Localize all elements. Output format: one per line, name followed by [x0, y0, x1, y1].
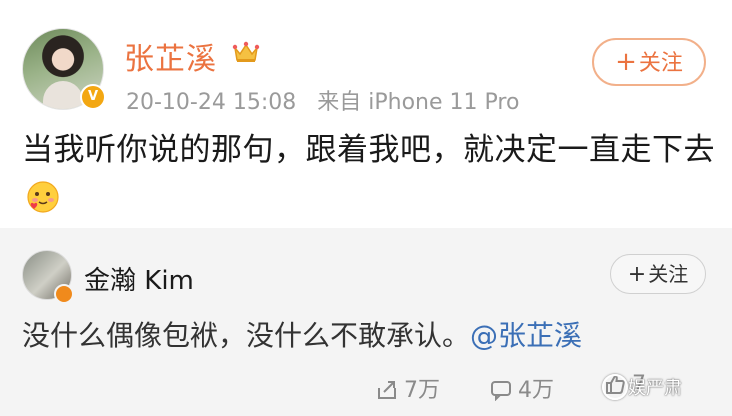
blushing-heart-emoji-icon: [27, 181, 59, 213]
weibo-screenshot: V 张芷溪 20-10-24 15:08 来自 iPhone 11 Pro +关…: [0, 0, 732, 416]
mention-link[interactable]: @张芷溪: [470, 319, 582, 352]
comment-button[interactable]: 4万: [490, 372, 554, 404]
verified-v-icon: V: [80, 84, 106, 110]
comment-count: 4万: [518, 378, 554, 403]
follow-button[interactable]: +关注: [592, 38, 706, 86]
post-meta: 20-10-24 15:08 来自 iPhone 11 Pro: [126, 84, 519, 116]
post-text: 当我听你说的那句，跟着我吧，就决定一直走下去: [22, 126, 718, 222]
repost-text: 没什么偶像包袱，没什么不敢承认。@张芷溪: [22, 314, 718, 354]
repost-author-name[interactable]: 金瀚 Kim: [84, 260, 194, 297]
author-name[interactable]: 张芷溪: [124, 34, 217, 78]
post-source: 来自 iPhone 11 Pro: [317, 90, 520, 115]
post-text-content: 当我听你说的那句，跟着我吧，就决定一直走下去: [22, 132, 715, 168]
repost-follow-button[interactable]: + 关注: [610, 254, 706, 294]
original-post: V 张芷溪 20-10-24 15:08 来自 iPhone 11 Pro +关…: [0, 0, 732, 228]
post-time: 20-10-24 15:08: [126, 90, 297, 115]
crown-icon: [232, 41, 260, 62]
plus-icon: +: [615, 47, 637, 77]
watermark-text: 娱严肃: [628, 378, 682, 399]
repost-verified-icon: [54, 284, 74, 304]
share-count: 7万: [404, 378, 440, 403]
repost-follow-label: 关注: [648, 262, 689, 286]
author-avatar[interactable]: V: [22, 28, 106, 110]
repost-text-content: 没什么偶像包袱，没什么不敢承认。: [22, 319, 471, 352]
comment-icon: [491, 381, 511, 402]
share-icon: [378, 381, 396, 399]
share-button[interactable]: 7万: [376, 372, 440, 404]
follow-label: 关注: [638, 51, 683, 76]
watermark-logo-icon: [602, 374, 628, 400]
plus-icon: +: [627, 262, 647, 287]
